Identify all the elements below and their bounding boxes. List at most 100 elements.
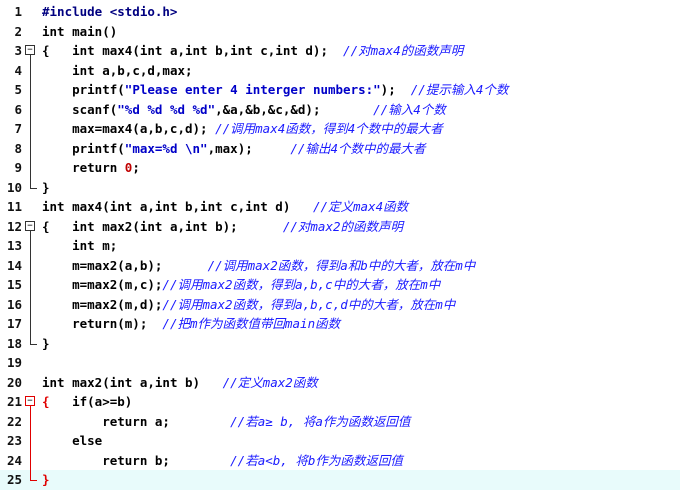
- code-line[interactable]: 8 printf("max=%d \n",max); //输出4个数中的最大者: [0, 139, 680, 159]
- token-txt: max4(int a,int b,int c,int d): [72, 199, 313, 214]
- token-kw: int: [42, 23, 73, 39]
- code-line[interactable]: 15 m=max2(m,c);//调用max2函数，得到a,b,c中的大者，放在…: [0, 275, 680, 295]
- code-line[interactable]: 13 int m;: [0, 236, 680, 256]
- fold-end-marker: [30, 177, 37, 189]
- token-kw: int: [72, 62, 103, 78]
- code-text: return a; //若a≥ b, 将a作为函数返回值: [42, 412, 410, 432]
- code-text: return(m); //把m作为函数值带回main函数: [42, 314, 340, 334]
- code-text: return 0;: [42, 158, 140, 178]
- fold-collapse-icon[interactable]: −: [25, 396, 35, 406]
- code-line[interactable]: 23 else: [0, 431, 680, 451]
- line-number: 22: [6, 413, 22, 429]
- line-number: 17: [6, 316, 22, 331]
- line-number: 4: [14, 62, 22, 78]
- code-editor[interactable]: 1 #include <stdio.h> 2 int main() 3−{ int ma…: [0, 0, 680, 490]
- code-line[interactable]: 11 int max4(int a,int b,int c,int d) //定义…: [0, 197, 680, 217]
- token-kw: int: [72, 218, 103, 234]
- code-text: #include <stdio.h>: [42, 2, 177, 22]
- fold-gutter: [24, 22, 38, 42]
- token-cmt: //输出4个数中的最大者: [290, 140, 426, 156]
- fold-gutter: [24, 314, 38, 334]
- token-cmt: //调用max2函数，得到a,b,c中的大者，放在m中: [162, 277, 441, 292]
- token-txt: max2(int a,int b);: [102, 218, 283, 234]
- token-txt: m=max2(m,d);: [42, 296, 163, 312]
- code-line[interactable]: 18}: [0, 333, 680, 354]
- line-number: 11: [6, 199, 22, 214]
- code-line[interactable]: 7 max=max4(a,b,c,d); //调用max4函数，得到4个数中的最…: [0, 119, 680, 139]
- code-line[interactable]: 25}: [0, 470, 680, 490]
- token-txt: }: [42, 335, 50, 351]
- fold-gutter: [24, 197, 38, 217]
- line-number: 19: [6, 355, 22, 370]
- code-line[interactable]: 10}: [0, 177, 680, 198]
- fold-gutter: [24, 2, 38, 22]
- token-txt: );: [380, 82, 411, 97]
- code-line[interactable]: 17 return(m); //把m作为函数值带回main函数: [0, 314, 680, 334]
- code-line[interactable]: 1 #include <stdio.h>: [0, 2, 680, 22]
- token-cmt: //调用max2函数，得到a,b,c,d中的大者，放在m中: [162, 296, 456, 312]
- code-line[interactable]: 12−{ int max2(int a,int b); //对max2的函数声明: [0, 217, 680, 237]
- code-text: printf("max=%d \n",max); //输出4个数中的最大者: [42, 139, 425, 159]
- fold-end-marker: [30, 333, 37, 345]
- code-line[interactable]: 16 m=max2(m,d);//调用max2函数，得到a,b,c,d中的大者，…: [0, 295, 680, 315]
- token-cmt: //定义max4函数: [312, 199, 409, 214]
- token-txt: a,b,c,d,max;: [102, 62, 193, 78]
- line-number: 10: [6, 179, 22, 195]
- fold-gutter: [24, 275, 38, 295]
- token-pp: #include <stdio.h>: [42, 4, 178, 19]
- line-number: 23: [6, 433, 22, 448]
- token-kw: int: [42, 199, 73, 214]
- line-number: 2: [14, 23, 22, 39]
- token-txt: max4(int a,int b,int c,int d);: [102, 43, 344, 58]
- fold-gutter: [24, 353, 38, 373]
- code-text: m=max2(a,b); //调用max2函数，得到a和b中的大者，放在m中: [42, 256, 475, 276]
- token-cmt: //调用max2函数，得到a和b中的大者，放在m中: [207, 257, 476, 273]
- code-line[interactable]: 21−{ if(a>=b): [0, 392, 680, 412]
- fold-gutter: [24, 80, 38, 100]
- code-text: int m;: [42, 236, 117, 256]
- token-txt: return: [42, 160, 125, 175]
- token-redbrace: {: [42, 394, 50, 409]
- code-line[interactable]: 22 return a; //若a≥ b, 将a作为函数返回值: [0, 412, 680, 432]
- token-txt: }: [42, 179, 50, 195]
- code-text: { if(a>=b): [42, 392, 132, 412]
- code-line[interactable]: 9 return 0;: [0, 158, 680, 178]
- code-line[interactable]: 24 return b; //若a<b, 将b作为函数返回值: [0, 451, 680, 471]
- code-text: int max4(int a,int b,int c,int d) //定义ma…: [42, 197, 408, 217]
- fold-gutter: [24, 470, 38, 490]
- token-str: "max=%d \n": [124, 140, 208, 156]
- code-line[interactable]: 6 scanf("%d %d %d %d",&a,&b,&c,&d); //输入…: [0, 100, 680, 120]
- code-line[interactable]: 3−{ int max4(int a,int b,int c,int d); /…: [0, 41, 680, 61]
- code-text: printf("Please enter 4 interger numbers:…: [42, 80, 508, 100]
- fold-collapse-icon[interactable]: −: [25, 45, 35, 55]
- fold-gutter: [24, 412, 38, 432]
- token-txt: printf(: [42, 140, 125, 156]
- code-line[interactable]: 2 int main(): [0, 22, 680, 42]
- code-text: m=max2(m,d);//调用max2函数，得到a,b,c,d中的大者，放在m…: [42, 295, 455, 315]
- token-cmt: //输入4个数: [373, 101, 446, 117]
- fold-gutter: [24, 158, 38, 178]
- line-number: 3: [14, 43, 22, 58]
- code-line[interactable]: 19: [0, 353, 680, 373]
- token-kw: int: [42, 374, 73, 390]
- code-text: }: [42, 334, 50, 354]
- fold-gutter: [24, 100, 38, 120]
- code-text: max=max4(a,b,c,d); //调用max4函数，得到4个数中的最大者: [42, 119, 443, 139]
- code-line[interactable]: 14 m=max2(a,b); //调用max2函数，得到a和b中的大者，放在m…: [0, 256, 680, 276]
- code-line[interactable]: 4 int a,b,c,d,max;: [0, 61, 680, 81]
- fold-gutter: [24, 119, 38, 139]
- token-cmt: //若a<b, 将b作为函数返回值: [230, 452, 403, 468]
- fold-collapse-icon[interactable]: −: [25, 220, 35, 231]
- code-line[interactable]: 5 printf("Please enter 4 interger number…: [0, 80, 680, 100]
- code-line[interactable]: 20 int max2(int a,int b) //定义max2函数: [0, 373, 680, 393]
- code-text: int main(): [42, 22, 117, 42]
- token-txt: ;: [132, 160, 140, 175]
- fold-guide-line: [30, 406, 31, 470]
- line-number: 20: [6, 374, 22, 390]
- token-txt: m=max2(a,b);: [42, 257, 208, 273]
- token-kw: int: [72, 238, 103, 253]
- fold-gutter: [24, 256, 38, 276]
- line-number: 6: [14, 101, 22, 117]
